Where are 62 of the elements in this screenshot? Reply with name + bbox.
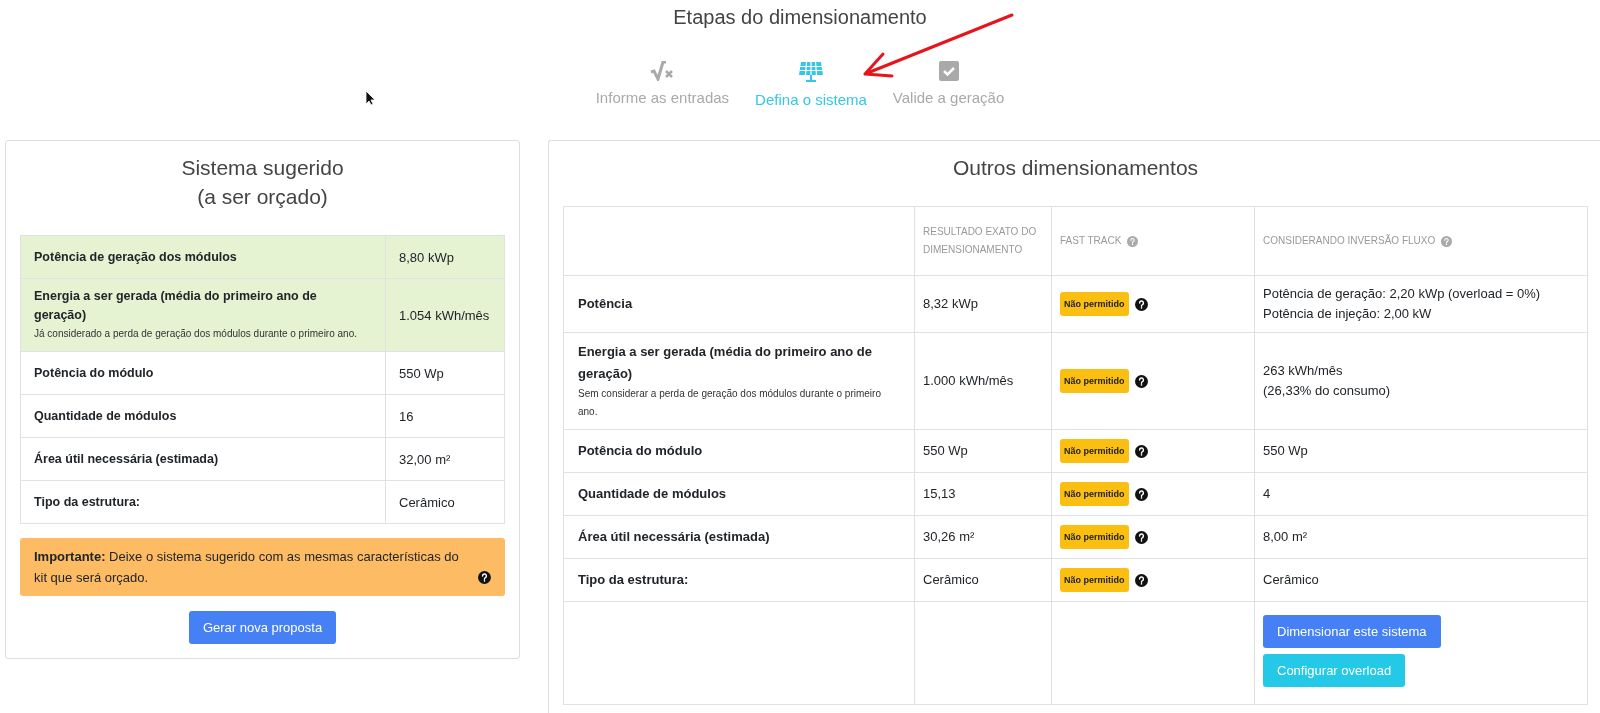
- table-cell: 8,32 kWp: [914, 275, 1052, 333]
- status-badge: Não permitido: [1060, 369, 1129, 393]
- row-label: Energia a ser gerada (média do primeiro ano de geração): [34, 288, 318, 324]
- step-tab[interactable]: Defina o sistema: [755, 61, 867, 108]
- page-title: Etapas do dimensionamento: [673, 6, 927, 29]
- table-cell: Cerâmico: [1254, 558, 1588, 602]
- checkbox-icon: [938, 61, 959, 81]
- row-note: Sem considerar a perda de geração dos módulos durante o primeiro ano.: [578, 387, 882, 419]
- table-cell: Potência de geração: 2,20 kWp (overload = 0%) Potência de injeção: 2,00 kW: [1254, 275, 1588, 333]
- alert-text: Importante: Deixe o sistema sugerido com as mesmas características do kit que será orçado.: [34, 548, 460, 587]
- row-label: Potência do módulo: [578, 442, 704, 460]
- table-cell: 550 Wp: [914, 429, 1052, 473]
- row-label: Área útil necessária (estimada): [34, 450, 220, 468]
- row-label: Quantidade de módulos: [578, 485, 728, 503]
- configure-overload-button[interactable]: Configurar overload: [1263, 654, 1406, 687]
- row-label: Potência de geração dos módulos: [34, 248, 238, 266]
- table-cell: 550 Wp: [1254, 429, 1588, 473]
- row-label: Potência do módulo: [34, 364, 155, 382]
- row-label: Área útil necessária (estimada): [578, 528, 771, 546]
- step-tab[interactable]: Informe as entradas: [595, 61, 730, 108]
- step-tab[interactable]: Valide a geração: [892, 61, 1005, 108]
- row-note: Já considerado a perda de geração dos módulos durante o primeiro ano.: [34, 327, 358, 341]
- table-cell: 1.000 kWh/mês: [914, 332, 1052, 430]
- cursor-icon: [365, 90, 375, 106]
- help-icon[interactable]: [1134, 297, 1148, 311]
- table-cell: 32,00 m²: [385, 437, 505, 481]
- help-icon[interactable]: [1134, 573, 1148, 587]
- table-cell: 550 Wp: [385, 351, 505, 395]
- row-label: Tipo da estrutura:: [34, 493, 142, 511]
- help-icon[interactable]: [1134, 374, 1148, 388]
- help-icon[interactable]: [1134, 444, 1148, 458]
- square-root-icon: [650, 61, 675, 81]
- table-cell: 1.054 kWh/mês: [385, 278, 505, 352]
- status-badge: Não permitido: [1060, 439, 1129, 463]
- help-icon[interactable]: [1134, 487, 1148, 501]
- column-header: FAST TRACK: [1051, 206, 1255, 276]
- row-label: Energia a ser gerada (média do primeiro ano de geração): [578, 343, 874, 383]
- table-cell: 4: [1254, 472, 1588, 516]
- card-title: Sistema sugerido (a ser orçado): [181, 155, 344, 210]
- status-badge: Não permitido: [1060, 482, 1129, 506]
- table-cell: Cerâmico: [914, 558, 1052, 602]
- column-header: CONSIDERANDO INVERSÃO FLUXO: [1254, 206, 1588, 276]
- card-title: Outros dimensionamentos: [951, 155, 1200, 181]
- row-label: Potência: [578, 295, 634, 313]
- row-label: Tipo da estrutura:: [578, 571, 690, 589]
- status-badge: Não permitido: [1060, 525, 1129, 549]
- generate-proposal-button[interactable]: Gerar nova proposta: [188, 611, 337, 644]
- size-system-button[interactable]: Dimensionar este sistema: [1263, 615, 1441, 648]
- solar-panel-icon: [797, 61, 824, 83]
- table-cell: Cerâmico: [385, 480, 505, 524]
- table-cell: 8,00 m²: [1254, 515, 1588, 559]
- help-icon[interactable]: [478, 571, 491, 584]
- column-header: RESULTADO EXATO DO DIMENSIONAMENTO: [914, 206, 1052, 276]
- table-cell: 263 kWh/mês (26,33% do consumo): [1254, 332, 1588, 430]
- row-label: Quantidade de módulos: [34, 407, 178, 425]
- table-cell: 8,80 kWp: [385, 235, 505, 279]
- status-badge: Não permitido: [1060, 568, 1129, 592]
- table-cell: 16: [385, 394, 505, 438]
- table-cell: 15,13: [914, 472, 1052, 516]
- table-cell: 30,26 m²: [914, 515, 1052, 559]
- status-badge: Não permitido: [1060, 292, 1129, 316]
- help-icon[interactable]: [1134, 530, 1148, 544]
